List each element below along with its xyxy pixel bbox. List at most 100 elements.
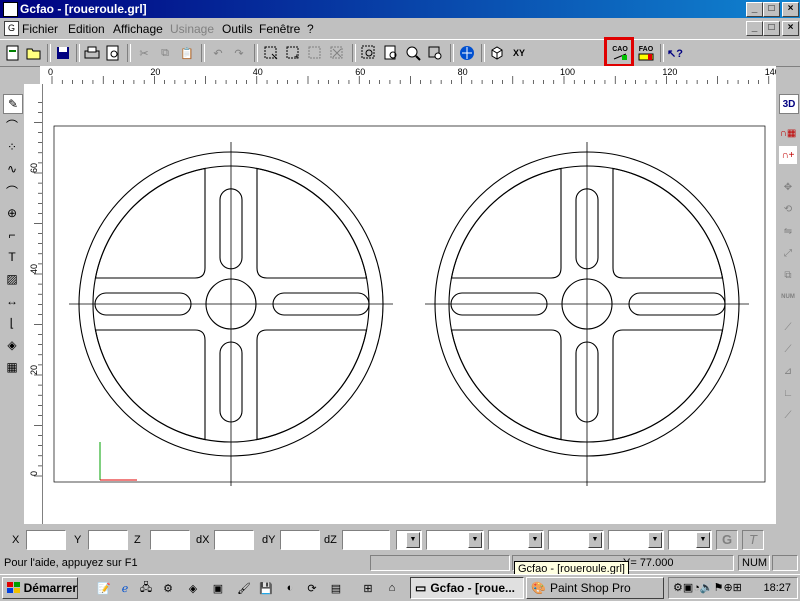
scale-icon[interactable]: ⤢ — [779, 244, 797, 262]
task-paintshop[interactable]: 🎨 Paint Shop Pro — [526, 577, 664, 599]
text-tool-icon[interactable]: T — [3, 248, 21, 266]
arc-tool-icon[interactable]: ⌒ — [3, 116, 21, 134]
select-add-icon[interactable]: + — [284, 44, 302, 62]
close-button[interactable]: × — [782, 2, 799, 17]
zoom-window-icon[interactable] — [360, 44, 378, 62]
deselect-icon[interactable] — [328, 44, 346, 62]
cube-view-icon[interactable] — [488, 44, 506, 62]
lineweight-dropdown[interactable]: ▼ — [548, 530, 604, 550]
globe-icon[interactable] — [458, 44, 476, 62]
pencil-icon[interactable]: ✎ — [3, 94, 23, 114]
redo-icon[interactable]: ↷ — [230, 44, 248, 62]
quicklaunch-explorer-icon[interactable]: ⌂ — [384, 580, 400, 596]
quicklaunch-cube-icon[interactable]: ◈ — [185, 580, 201, 596]
style-dropdown[interactable]: ▼ — [668, 530, 712, 550]
hatch-icon[interactable]: ▨ — [3, 270, 21, 288]
plane-xy-icon[interactable]: XY — [510, 44, 528, 62]
quicklaunch-access-icon[interactable]: ▣ — [210, 580, 226, 596]
copy-icon[interactable]: ⧉ — [156, 44, 174, 62]
menu-usinage[interactable]: Usinage — [170, 22, 214, 36]
ruler-top-label: 140 — [765, 67, 776, 77]
x-field[interactable] — [26, 530, 66, 550]
layer-dropdown[interactable]: ▼ — [396, 530, 422, 550]
select-remove-icon[interactable] — [306, 44, 324, 62]
grid-icon[interactable]: ▦ — [3, 358, 21, 376]
fill-icon[interactable]: ◈ — [3, 336, 21, 354]
task-gcfao[interactable]: ▭ Gcfao - [roue... — [410, 577, 524, 599]
menu-outils[interactable]: Outils — [222, 22, 253, 36]
quicklaunch-cd-icon[interactable]: ◐ — [282, 580, 298, 596]
ruler-horizontal: 0 20 40 60 80 100 120 140 — [40, 66, 776, 85]
magnet-grid-icon[interactable]: ∩▦ — [779, 124, 797, 142]
zoom-out-icon[interactable] — [426, 44, 444, 62]
start-button[interactable]: Démarrer — [2, 577, 78, 599]
open-folder-icon[interactable] — [25, 44, 43, 62]
print-icon[interactable] — [83, 44, 101, 62]
menu-affichage[interactable]: Affichage — [113, 22, 163, 36]
curve-icon[interactable]: ⌒ — [3, 182, 21, 200]
polyline-icon[interactable]: ∿ — [3, 160, 21, 178]
menu-fichier[interactable]: Fichier — [22, 22, 58, 36]
doc-close-button[interactable]: × — [782, 21, 799, 36]
t-button[interactable]: T — [742, 530, 764, 550]
print-preview-icon[interactable] — [104, 44, 122, 62]
move-icon[interactable]: ✥ — [779, 178, 797, 196]
extend-icon[interactable]: ⟋ — [779, 340, 797, 358]
chamfer-icon[interactable]: ∟ — [779, 384, 797, 402]
save-icon[interactable] — [54, 44, 72, 62]
linetype-dropdown[interactable]: ▼ — [488, 530, 544, 550]
maximize-button[interactable]: □ — [763, 2, 780, 17]
fillet-icon[interactable]: ⌊ — [3, 314, 21, 332]
break-icon[interactable]: ⊿ — [779, 362, 797, 380]
cut-icon[interactable]: ✂ — [135, 44, 153, 62]
pen-dropdown[interactable]: ▼ — [608, 530, 664, 550]
menu-fenetre[interactable]: Fenêtre — [259, 22, 300, 36]
rectangle-tool-icon[interactable]: ⌐ — [3, 226, 21, 244]
view-3d-button[interactable]: 3D — [779, 94, 799, 114]
doc-minimize-button[interactable]: _ — [746, 21, 763, 36]
quicklaunch-refresh-icon[interactable]: ⟳ — [304, 580, 320, 596]
quicklaunch-disk-icon[interactable]: 💾 — [258, 580, 274, 596]
paste-icon[interactable]: 📋 — [178, 44, 196, 62]
quicklaunch-network-icon[interactable]: 🖧 — [138, 580, 154, 596]
z-field[interactable] — [150, 530, 190, 550]
trim-icon[interactable]: ⟋ — [779, 318, 797, 336]
offset-icon[interactable]: ⟋ — [779, 406, 797, 424]
mirror-icon[interactable]: ⇋ — [779, 222, 797, 240]
new-file-icon[interactable] — [4, 44, 22, 62]
num-button[interactable]: NUM — [779, 288, 797, 306]
y-field[interactable] — [88, 530, 128, 550]
dy-field[interactable] — [280, 530, 320, 550]
color-dropdown[interactable]: ▼ — [426, 530, 484, 550]
undo-icon[interactable]: ↶ — [209, 44, 227, 62]
minimize-button[interactable]: _ — [746, 2, 763, 17]
circle-tool-icon[interactable]: ⊕ — [3, 204, 21, 222]
quicklaunch-paint-icon[interactable]: 🖌 — [236, 580, 252, 596]
quicklaunch-notepad-icon[interactable]: 📝 — [96, 580, 112, 596]
windows-logo-icon — [7, 582, 20, 593]
fao-mode-button[interactable]: FAO — [636, 44, 656, 62]
dimension-icon[interactable]: ↔ — [3, 292, 21, 310]
document-icon[interactable]: G — [4, 21, 19, 36]
dz-field[interactable] — [342, 530, 390, 550]
magnet-point-icon[interactable]: ∩+ — [779, 146, 797, 164]
menu-edition[interactable]: Edition — [68, 22, 105, 36]
menu-help[interactable]: ? — [307, 22, 314, 36]
copy-multiple-icon[interactable]: ⧉ — [779, 266, 797, 284]
select-window-icon[interactable] — [262, 44, 280, 62]
context-help-icon[interactable]: ↖? — [666, 44, 684, 62]
rotate-icon[interactable]: ⟲ — [779, 200, 797, 218]
quicklaunch-app-icon[interactable]: ⚙ — [160, 580, 176, 596]
drawing-canvas[interactable] — [43, 84, 776, 524]
zoom-in-icon[interactable] — [404, 44, 422, 62]
g-button[interactable]: G — [716, 530, 738, 550]
doc-restore-button[interactable]: □ — [763, 21, 780, 36]
points-icon[interactable]: ⁘ — [3, 138, 21, 156]
quicklaunch-ie-icon[interactable]: ℯ — [117, 580, 133, 596]
zoom-page-icon[interactable] — [382, 44, 400, 62]
tray-icons[interactable]: ⚙▣◔🔊⚑⊕⊞ — [673, 581, 742, 594]
task-gcfao-label: Gcfao - [roue... — [430, 581, 516, 595]
quicklaunch-desktop-icon[interactable]: ⊞ — [360, 580, 376, 596]
quicklaunch-media-icon[interactable]: ▤ — [328, 580, 344, 596]
dx-field[interactable] — [214, 530, 254, 550]
